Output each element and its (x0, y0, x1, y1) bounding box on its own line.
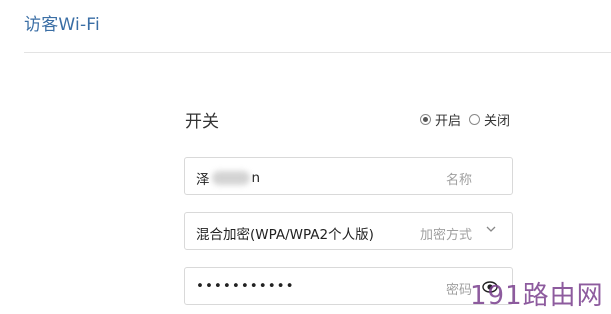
password-value: ••••••••••• (196, 278, 295, 294)
watermark-text: 191路由网 (470, 281, 604, 311)
ssid-field[interactable]: 泽 n 名称 (184, 157, 513, 195)
ssid-value: 泽 n (196, 168, 260, 188)
encryption-value: 混合加密(WPA/WPA2个人版) (196, 227, 374, 243)
page-title: 访客Wi-Fi (24, 15, 100, 35)
radio-off[interactable] (469, 114, 481, 125)
header-divider (24, 52, 611, 53)
ssid-value-start: 泽 (196, 172, 210, 188)
switch-label: 开关 (185, 112, 219, 132)
ssid-blur (211, 171, 250, 185)
radio-on[interactable] (420, 114, 431, 125)
password-field[interactable]: ••••••••••• 密码 (184, 267, 513, 305)
radio-on-label[interactable]: 开启 (435, 110, 461, 129)
ssid-value-end: n (251, 170, 261, 186)
ssid-suffix-label: 名称 (445, 173, 472, 188)
encryption-select[interactable]: 混合加密(WPA/WPA2个人版) 加密方式 (184, 212, 513, 250)
encryption-suffix-label: 加密方式 (419, 228, 472, 243)
switch-radio-group: 开启 关闭 (420, 110, 518, 129)
password-suffix-label: 密码 (445, 283, 472, 298)
radio-off-label[interactable]: 关闭 (484, 110, 510, 129)
chevron-down-icon[interactable] (486, 224, 496, 234)
